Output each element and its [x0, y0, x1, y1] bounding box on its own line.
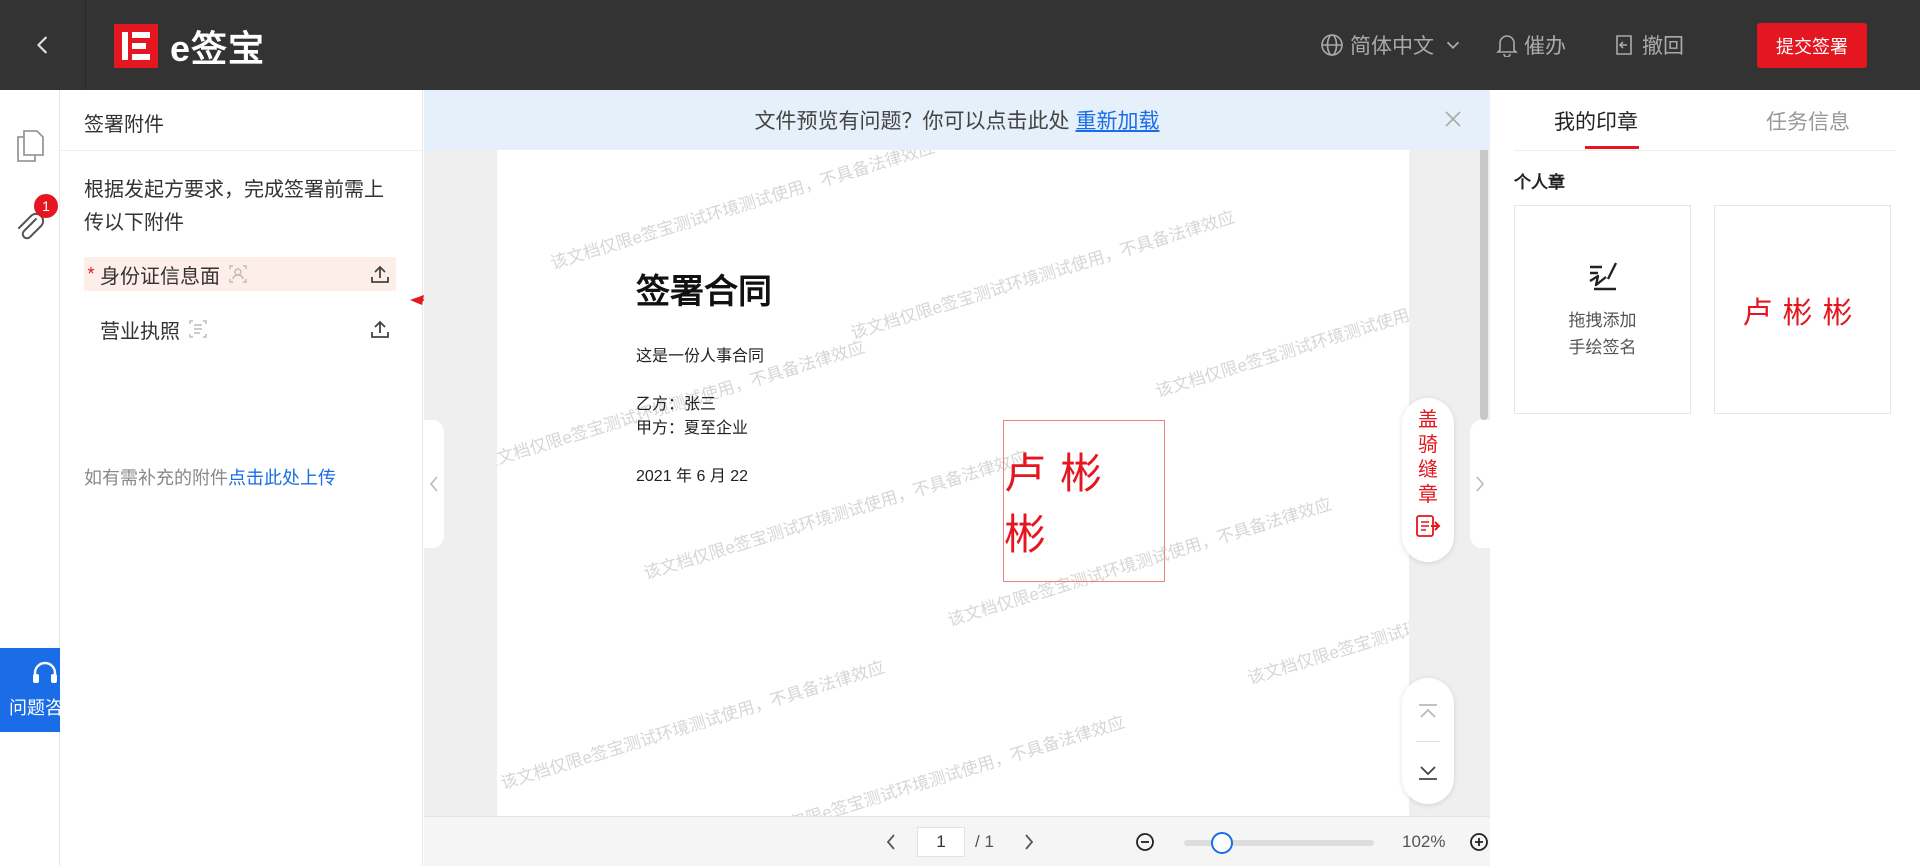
zoom-out-button[interactable]: [1130, 817, 1160, 867]
logo-mark-icon: [114, 24, 158, 68]
watermark: 该文档仅限e签宝测试环境测试使用，不具备法律效应: [1245, 552, 1409, 688]
chevron-left-icon: [429, 476, 438, 492]
placed-seal[interactable]: 卢彬彬: [1003, 420, 1165, 582]
withdraw-icon: [1616, 35, 1632, 55]
document-scan-icon: [189, 320, 207, 338]
notice-text: 文件预览有问题？你可以点击此处: [754, 110, 1070, 133]
attachment-name: 身份证信息面: [100, 265, 220, 288]
attachments-panel: 签署附件 根据发起方要求，完成签署前需上传以下附件 * 身份证信息面 营业执照 …: [60, 90, 590, 866]
upload-icon[interactable]: [370, 319, 390, 339]
personal-seal-section-title: 个人章: [1514, 173, 1565, 192]
personal-seal-text: 卢彬彬: [1742, 295, 1863, 331]
language-label: 简体中文: [1350, 35, 1434, 58]
tab-task-info[interactable]: 任务信息: [1766, 106, 1850, 136]
copy-document-icon: [17, 130, 44, 162]
document-line: 2021 年 6 月 22: [636, 468, 749, 485]
watermark: 该文档仅限e签宝测试环境测试使用，不具备法律效应: [498, 657, 887, 793]
attachment-item-id-card[interactable]: * 身份证信息面: [84, 257, 396, 291]
document-line: 乙方：张三: [636, 396, 717, 413]
document-viewer: 文件预览有问题？你可以点击此处 重新加载 该文档仅限e签宝测试环境测试使用，不具备…: [424, 90, 1490, 866]
globe-icon: [1321, 34, 1343, 56]
document-line: 甲方：夏至企业: [636, 420, 749, 437]
brand-logo: e签宝: [114, 24, 265, 69]
divider: [60, 150, 423, 151]
page-total: / 1: [975, 832, 994, 851]
zoom-out-icon: [1136, 833, 1154, 851]
reload-link[interactable]: 重新加载: [1076, 105, 1160, 135]
next-page-button[interactable]: [1014, 817, 1044, 867]
attachments-badge: 1: [34, 194, 58, 218]
watermark: 该文档仅限e签宝测试环境测试使用，不具备法律效应: [1153, 265, 1409, 401]
watermark: 该文档仅限e签宝测试环境测试使用，不具备法律效应: [848, 207, 1237, 343]
chevron-left-icon: [886, 834, 895, 850]
required-marker: *: [87, 263, 95, 284]
page-jump-controls: [1402, 678, 1454, 804]
close-icon[interactable]: [1442, 108, 1464, 130]
zoom-level: 102%: [1402, 832, 1446, 851]
personal-seal-card[interactable]: 卢彬彬: [1714, 205, 1891, 414]
tab-my-seals[interactable]: 我的印章: [1554, 106, 1638, 136]
jump-top-icon: [1419, 704, 1437, 718]
document-line: 这是一份人事合同: [636, 348, 765, 365]
attachment-name: 营业执照: [100, 320, 180, 343]
handwrite-signature-card[interactable]: 拖拽添加 手绘签名: [1514, 205, 1691, 414]
documents-tab[interactable]: [14, 128, 46, 164]
watermark: 该文档仅限e签宝测试环境测试使用，不具备法律效应: [548, 137, 937, 273]
riding-seal-icon: [1416, 515, 1441, 537]
brand-name: e签宝: [170, 28, 266, 69]
left-icon-rail: 1 问题咨询: [0, 90, 90, 866]
divider: [1416, 741, 1440, 742]
document-title: 签署合同: [636, 273, 772, 311]
collapse-left-panel-button[interactable]: [424, 420, 444, 548]
preview-notice-bar: 文件预览有问题？你可以点击此处 重新加载: [424, 90, 1490, 150]
urge-button[interactable]: 催办: [1496, 0, 1566, 90]
supplement-attachment-hint: 如有需补充的附件点击此处上传: [84, 464, 336, 490]
back-button[interactable]: [0, 0, 86, 90]
divider: [1514, 150, 1896, 151]
language-selector[interactable]: 简体中文: [1320, 0, 1470, 90]
collapse-right-panel-button[interactable]: [1470, 420, 1490, 548]
zoom-slider-handle[interactable]: [1211, 832, 1233, 854]
last-page-button[interactable]: [1402, 744, 1454, 800]
upload-icon[interactable]: [370, 264, 390, 284]
first-page-button[interactable]: [1402, 684, 1454, 740]
riding-seal-label: 盖骑缝章: [1418, 409, 1438, 506]
headset-icon: [33, 661, 57, 683]
attachment-item-business-license[interactable]: 营业执照: [84, 312, 396, 346]
jump-bottom-icon: [1419, 766, 1437, 780]
submit-sign-button[interactable]: 提交签署: [1757, 23, 1867, 68]
withdraw-button[interactable]: 撤回: [1614, 0, 1684, 90]
chevron-down-icon: [1446, 41, 1460, 50]
seal-text: 卢彬彬: [1004, 449, 1117, 559]
active-tab-indicator: [1585, 146, 1639, 149]
viewer-bottom-bar: / 1 102%: [424, 816, 1490, 866]
id-card-icon: [229, 265, 247, 283]
signature-pen-icon: [1588, 261, 1617, 290]
attachments-description: 根据发起方要求，完成签署前需上传以下附件: [84, 179, 384, 234]
urge-label: 催办: [1524, 35, 1566, 58]
supplement-hint-text: 如有需补充的附件: [84, 468, 228, 488]
chevron-left-icon: [36, 36, 47, 54]
riding-seal-button[interactable]: 盖骑缝章: [1402, 398, 1454, 562]
chevron-right-icon: [1476, 476, 1485, 492]
prev-page-button[interactable]: [876, 817, 906, 867]
handwrite-hint-line1: 拖拽添加: [1568, 310, 1637, 330]
page-number-input[interactable]: [917, 827, 965, 857]
document-page[interactable]: 该文档仅限e签宝测试环境测试使用，不具备法律效应 该文档仅限e签宝测试环境测试使…: [497, 120, 1409, 816]
upload-more-link[interactable]: 点击此处上传: [228, 468, 336, 488]
watermark: 该文档仅限e签宝测试环境测试使用，不具备法律效应: [738, 712, 1127, 816]
withdraw-label: 撤回: [1642, 35, 1684, 58]
bell-icon: [1496, 35, 1518, 57]
chevron-right-icon: [1025, 834, 1034, 850]
attachments-title: 签署附件: [84, 114, 164, 136]
right-panel: 我的印章 任务信息 个人章 拖拽添加 手绘签名 卢彬彬: [1490, 90, 1920, 866]
handwrite-hint-line2: 手绘签名: [1568, 337, 1637, 357]
zoom-in-icon: [1470, 833, 1488, 851]
top-bar: e签宝 简体中文 催办 撤回 提交签署: [0, 0, 1920, 90]
